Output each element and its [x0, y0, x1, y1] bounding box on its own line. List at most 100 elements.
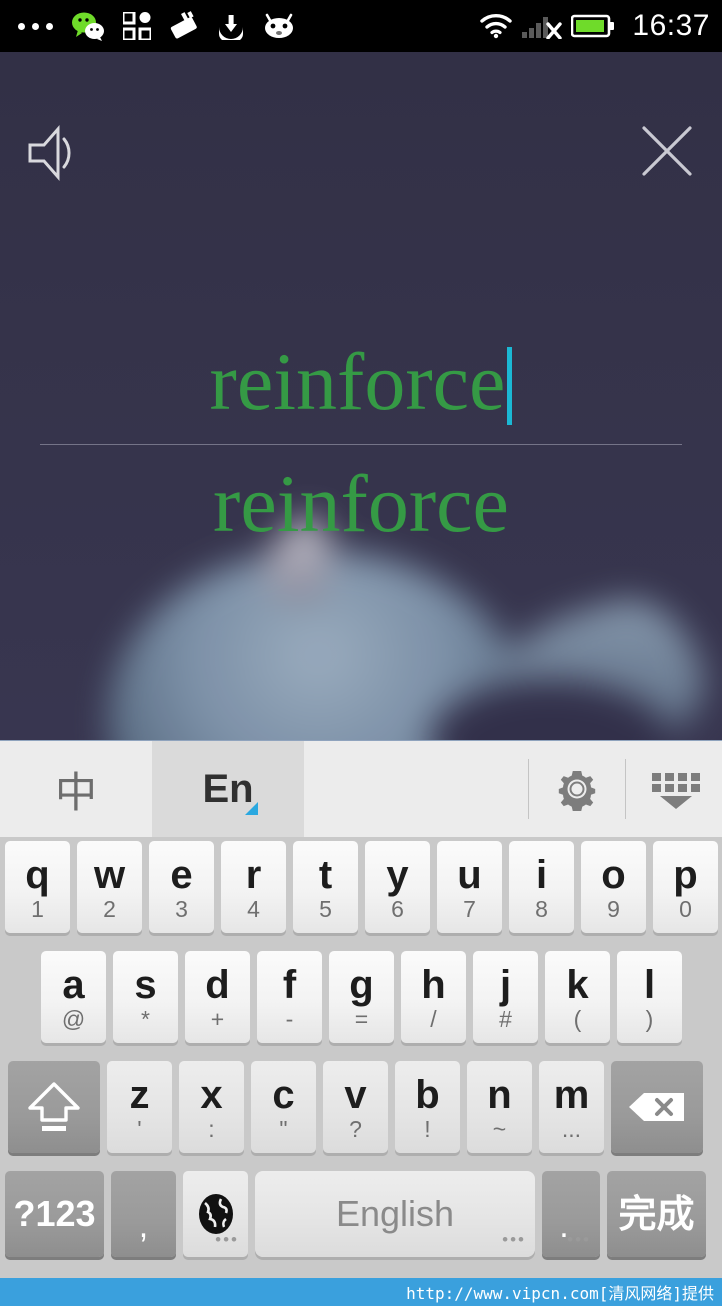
backspace-key[interactable]: [611, 1061, 703, 1153]
key-sublabel: 0: [679, 896, 692, 922]
settings-button[interactable]: [529, 741, 625, 837]
key-sublabel: ~: [492, 1116, 507, 1142]
word-suggestion[interactable]: reinforce: [0, 456, 722, 552]
key-sublabel: #: [499, 1006, 512, 1032]
period-key[interactable]: . •••: [542, 1171, 600, 1257]
card-icon: [170, 11, 197, 39]
key-sublabel: 5: [319, 896, 332, 922]
key-h[interactable]: h /: [401, 951, 466, 1043]
word-input-text: reinforce: [209, 336, 506, 427]
key-label: j: [499, 963, 512, 1007]
text-caret: [507, 347, 513, 425]
key-w[interactable]: w2: [77, 841, 142, 933]
key-t[interactable]: t5: [293, 841, 358, 933]
key-y[interactable]: y6: [365, 841, 430, 933]
key-sublabel: 9: [607, 896, 620, 922]
key-n[interactable]: n ~: [467, 1061, 532, 1153]
key-label: g: [349, 963, 374, 1007]
qr-grid-icon: [123, 12, 151, 40]
key-g[interactable]: g =: [329, 951, 394, 1043]
key-sublabel: :: [208, 1116, 215, 1142]
key-sublabel: 2: [103, 896, 116, 922]
key-sublabel: =: [354, 1006, 369, 1032]
key-x[interactable]: x:: [179, 1061, 244, 1153]
more-dots-icon: [18, 22, 53, 30]
key-l[interactable]: l): [617, 951, 682, 1043]
key-sublabel: 6: [391, 896, 404, 922]
input-underline: [40, 444, 682, 445]
key-sublabel: !: [424, 1116, 431, 1142]
keyboard-row-3: z ' x: c " v? b! n ~ m...: [0, 1061, 722, 1171]
key-label: i: [535, 853, 548, 897]
word-card-screen: reinforce reinforce: [0, 52, 722, 740]
key-q[interactable]: q1: [5, 841, 70, 933]
key-label: p: [673, 853, 698, 897]
key-label: t: [318, 853, 333, 897]
key-sublabel: ...: [561, 1116, 582, 1142]
key-m[interactable]: m...: [539, 1061, 604, 1153]
key-label: f: [282, 963, 297, 1007]
tab-chinese-label: 中: [54, 767, 97, 817]
key-label: r: [245, 853, 262, 897]
gear-icon: [558, 771, 596, 811]
done-key-label: 完成: [618, 1192, 695, 1236]
period-key-more-dots: •••: [567, 1230, 591, 1249]
key-label: x: [200, 1073, 223, 1117]
word-suggestion-text: reinforce: [213, 458, 509, 549]
key-s[interactable]: s *: [113, 951, 178, 1043]
key-label: o: [601, 853, 626, 897]
key-b[interactable]: b!: [395, 1061, 460, 1153]
shift-key[interactable]: [8, 1061, 100, 1153]
status-bar: 16:37: [0, 0, 722, 52]
key-sublabel: ": [279, 1116, 288, 1142]
key-label: u: [457, 853, 482, 897]
keyboard-rows: q1 w2 e3 r4 t5 y6 u7 i8 o9 p0 a @ s * d + f…: [0, 837, 722, 1281]
done-key[interactable]: 完成: [607, 1171, 706, 1257]
key-c[interactable]: c ": [251, 1061, 316, 1153]
key-sublabel: /: [430, 1006, 437, 1032]
signal-no-sim-icon: [522, 17, 563, 39]
key-a[interactable]: a @: [41, 951, 106, 1043]
key-sublabel: ): [645, 1006, 654, 1032]
key-label: b: [415, 1073, 440, 1117]
key-e[interactable]: e3: [149, 841, 214, 933]
key-sublabel: 3: [175, 896, 188, 922]
key-label: d: [205, 963, 230, 1007]
status-bar-clock: 16:37: [632, 9, 710, 42]
comma-key[interactable]: ,: [111, 1171, 176, 1257]
key-d[interactable]: d +: [185, 951, 250, 1043]
globe-key-more-dots: •••: [215, 1230, 239, 1249]
key-label: z: [129, 1073, 150, 1117]
symbols-key[interactable]: ?123: [5, 1171, 104, 1257]
key-r[interactable]: r4: [221, 841, 286, 933]
key-j[interactable]: j #: [473, 951, 538, 1043]
key-sublabel: ': [137, 1116, 142, 1142]
key-label: l: [643, 963, 656, 1007]
symbols-key-label: ?123: [13, 1193, 96, 1234]
tab-english[interactable]: En: [152, 741, 304, 837]
key-i[interactable]: i8: [509, 841, 574, 933]
download-icon: [219, 15, 243, 40]
space-key[interactable]: English •••: [255, 1171, 535, 1257]
tab-chinese[interactable]: 中: [0, 741, 152, 837]
robot-face-icon: [265, 13, 293, 38]
space-key-label: English: [335, 1193, 455, 1234]
globe-key[interactable]: •••: [183, 1171, 248, 1257]
word-input-field[interactable]: reinforce: [0, 334, 722, 430]
keyboard-row-1: q1 w2 e3 r4 t5 y6 u7 i8 o9 p0: [0, 841, 722, 951]
key-sublabel: @: [61, 1006, 86, 1032]
key-v[interactable]: v?: [323, 1061, 388, 1153]
key-label: k: [566, 963, 589, 1007]
key-u[interactable]: u7: [437, 841, 502, 933]
key-f[interactable]: f-: [257, 951, 322, 1043]
keyboard-hide-icon: [652, 773, 700, 809]
key-p[interactable]: p0: [653, 841, 718, 933]
hide-keyboard-button[interactable]: [626, 741, 722, 837]
wechat-icon: [72, 12, 104, 41]
key-k[interactable]: k(: [545, 951, 610, 1043]
key-z[interactable]: z ': [107, 1061, 172, 1153]
key-label: y: [386, 853, 409, 897]
key-o[interactable]: o9: [581, 841, 646, 933]
shift-arrow-icon: [28, 1082, 80, 1131]
key-sublabel: +: [210, 1006, 225, 1032]
